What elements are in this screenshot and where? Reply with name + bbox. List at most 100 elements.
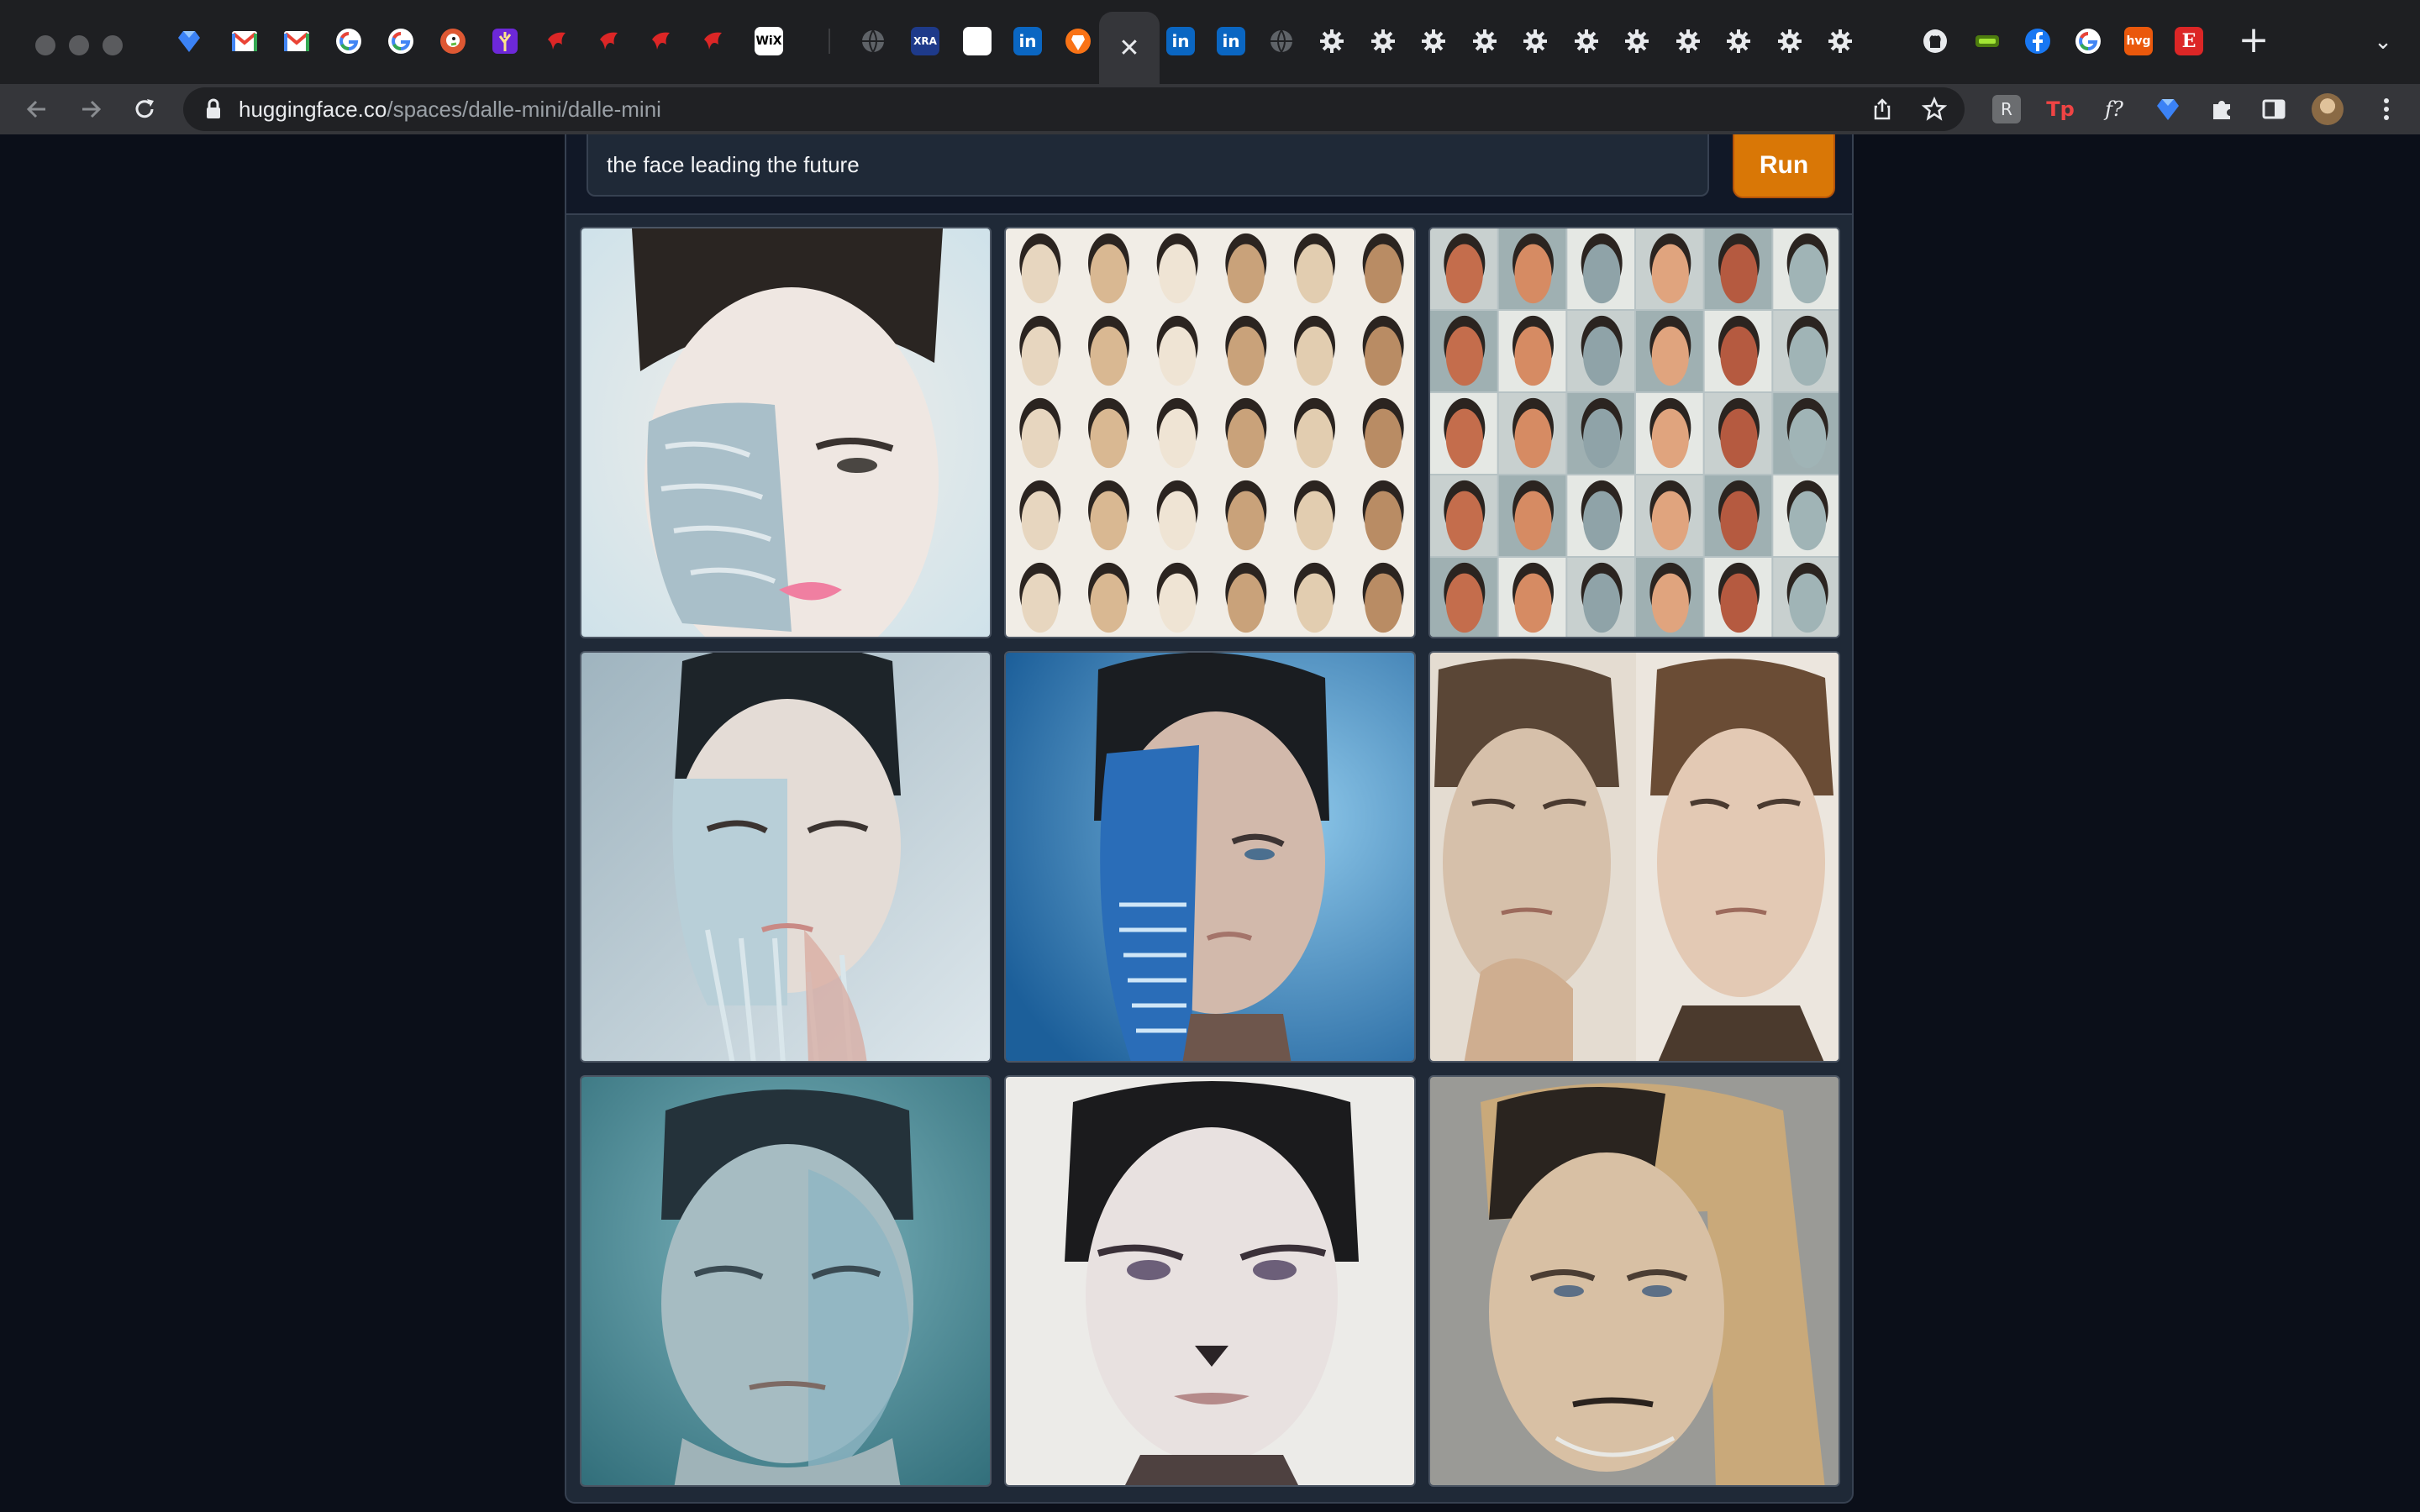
url-host: huggingface.co xyxy=(239,97,387,122)
gear-icon xyxy=(1523,29,1547,53)
bookmark-button[interactable] xyxy=(1919,94,1949,124)
tab-gmail-2[interactable] xyxy=(282,27,311,55)
gear-icon xyxy=(1370,29,1395,53)
reload-button[interactable] xyxy=(124,89,165,129)
generated-image-5[interactable] xyxy=(1004,651,1416,1063)
forward-button[interactable] xyxy=(71,89,111,129)
generated-image-6[interactable] xyxy=(1428,651,1840,1063)
tab-gmail-1[interactable] xyxy=(230,27,259,55)
profile-button[interactable] xyxy=(2311,92,2344,126)
gmail-icon xyxy=(232,31,257,51)
tab-search-button[interactable]: ⌄ xyxy=(2366,25,2400,59)
puzzle-icon xyxy=(2213,101,2230,119)
tab-brave[interactable] xyxy=(1064,27,1092,55)
tab-linkedin-1[interactable]: in xyxy=(1013,27,1042,55)
extension-reader[interactable]: R xyxy=(1990,92,2023,126)
tab-purple-tree[interactable] xyxy=(491,27,519,55)
url-text: huggingface.co/spaces/dalle-mini/dalle-m… xyxy=(239,87,661,131)
generated-image-4[interactable] xyxy=(580,651,992,1063)
generated-image-7[interactable] xyxy=(580,1075,992,1487)
tab-sapphire[interactable] xyxy=(175,27,203,55)
e-icon: E xyxy=(2181,30,2196,52)
tab-gear-10[interactable] xyxy=(1776,27,1804,55)
generated-image-3[interactable] xyxy=(1428,227,1840,638)
browser-menu-button[interactable] xyxy=(2370,92,2403,126)
gmail-icon xyxy=(284,31,309,51)
new-tab-button[interactable]: + xyxy=(2235,22,2272,59)
minimize-window-button[interactable] xyxy=(69,35,89,55)
extension-tp[interactable]: Tp xyxy=(2044,92,2077,126)
formula-icon: f? xyxy=(2105,97,2123,121)
gear-icon xyxy=(1625,29,1649,53)
prompt-row: Run xyxy=(566,134,1852,215)
tab-linkedin-2[interactable]: in xyxy=(1166,27,1195,55)
zoom-window-button[interactable] xyxy=(103,35,123,55)
generated-image-2[interactable] xyxy=(1004,227,1416,638)
tab-google-2[interactable] xyxy=(387,27,415,55)
tab-gear-6[interactable] xyxy=(1572,27,1601,55)
prompt-input[interactable] xyxy=(587,134,1709,197)
sapphire-icon xyxy=(2157,99,2179,120)
generated-image-9[interactable] xyxy=(1428,1075,1840,1487)
linkedin-icon: in xyxy=(1222,31,1240,51)
tab-wix[interactable]: WiX xyxy=(755,27,783,55)
tab-duckduckgo[interactable] xyxy=(439,27,467,55)
tab-white-square[interactable] xyxy=(963,27,992,55)
back-button[interactable] xyxy=(17,89,57,129)
google-icon xyxy=(336,29,361,54)
generated-image-8[interactable] xyxy=(1004,1075,1416,1487)
gear-icon xyxy=(1422,29,1445,53)
tab-globe-1[interactable] xyxy=(859,27,887,55)
globe-icon xyxy=(1270,29,1292,54)
extension-sapphire[interactable] xyxy=(2151,92,2185,126)
close-tab-icon[interactable]: ✕ xyxy=(1118,34,1139,63)
linkedin-icon: in xyxy=(1018,31,1037,51)
red-bird-icon xyxy=(600,32,618,50)
tab-google-3[interactable] xyxy=(2074,27,2102,55)
sapphire-icon xyxy=(178,31,200,52)
android-face-with-circuit-half xyxy=(581,228,990,637)
tab-gear-3[interactable] xyxy=(1419,27,1448,55)
xra-icon: XRA xyxy=(913,35,937,47)
star-icon xyxy=(1922,97,1947,121)
side-panel-button[interactable] xyxy=(2257,92,2291,126)
tab-xra[interactable]: XRA xyxy=(911,27,939,55)
tab-globe-2[interactable] xyxy=(1267,27,1296,55)
extension-formula[interactable]: f? xyxy=(2097,92,2131,126)
tab-github[interactable] xyxy=(1921,27,1949,55)
tab-gear-9[interactable] xyxy=(1724,27,1753,55)
tab-gear-7[interactable] xyxy=(1623,27,1651,55)
extensions-button[interactable] xyxy=(2205,92,2238,126)
gear-icon xyxy=(1574,29,1598,53)
tab-e[interactable]: E xyxy=(2175,27,2203,55)
reader-icon: R xyxy=(1992,95,2021,123)
address-bar[interactable]: huggingface.co/spaces/dalle-mini/dalle-m… xyxy=(183,87,1965,131)
tab-facebook[interactable] xyxy=(2023,27,2052,55)
blue-circuit-woman xyxy=(1006,653,1414,1061)
gear-icon xyxy=(1676,29,1700,53)
close-window-button[interactable] xyxy=(35,35,55,55)
tab-red-bird-1[interactable] xyxy=(543,27,571,55)
tab-hvg[interactable]: hvg xyxy=(2124,27,2153,55)
tab-gear-11[interactable] xyxy=(1826,27,1854,55)
tab-google-1[interactable] xyxy=(334,27,363,55)
tab-gear-2[interactable] xyxy=(1369,27,1397,55)
lock-icon xyxy=(207,98,220,118)
share-icon xyxy=(1874,98,1891,120)
side-panel-icon xyxy=(2262,99,2286,119)
tab-gear-4[interactable] xyxy=(1470,27,1499,55)
tab-red-bird-4[interactable] xyxy=(699,27,728,55)
run-button[interactable]: Run xyxy=(1733,134,1835,198)
tab-linkedin-3[interactable]: in xyxy=(1217,27,1245,55)
tab-gear-5[interactable] xyxy=(1521,27,1549,55)
tab-red-bird-3[interactable] xyxy=(647,27,676,55)
active-tab[interactable]: ✕ xyxy=(1099,12,1160,84)
grid-of-colored-heads xyxy=(1430,228,1839,637)
tab-red-bird-2[interactable] xyxy=(595,27,623,55)
share-button[interactable] xyxy=(1867,94,1897,124)
tab-gear-8[interactable] xyxy=(1674,27,1702,55)
generated-image-1[interactable] xyxy=(580,227,992,638)
duckduckgo-icon xyxy=(440,29,466,54)
tab-green-pill[interactable] xyxy=(1973,27,2002,55)
tab-gear-1[interactable] xyxy=(1318,27,1346,55)
